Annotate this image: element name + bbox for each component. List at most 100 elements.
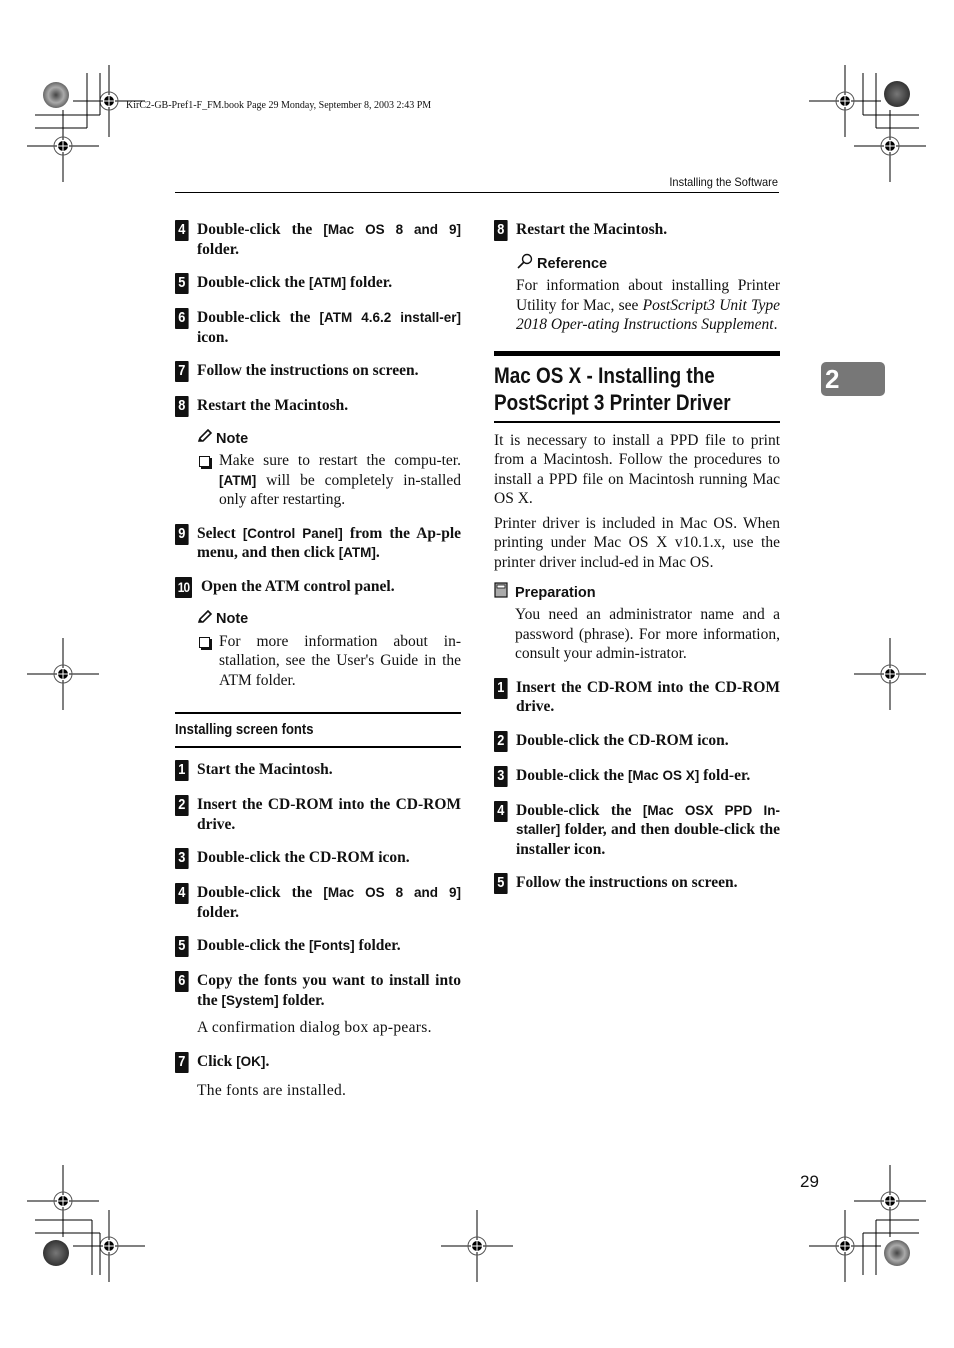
checkbox-bullet-icon: [199, 456, 210, 467]
note-title: Note: [216, 611, 249, 627]
step-item: 7 Follow the instructions on screen.: [175, 361, 461, 382]
crop-marks: [26, 64, 927, 1283]
step-item: 6 Copy the fonts you want to install into…: [175, 971, 461, 1010]
step-text: Restart the Macintosh.: [197, 397, 349, 414]
step-number: 5: [175, 273, 189, 294]
preparation-text: You need an administrator name and a pas…: [515, 606, 780, 662]
step-text: Double-click the CD-ROM icon.: [516, 731, 729, 749]
color-target-icon: [43, 1240, 69, 1266]
step-number: 4: [175, 883, 189, 904]
step-text: Start the Macintosh.: [197, 761, 333, 778]
step-text: Open the ATM control panel.: [201, 577, 395, 595]
step-item: 4 Double-click the [Mac OS 8 and 9] folde…: [175, 220, 461, 259]
subsection-title: Installing screen fonts: [175, 722, 314, 738]
step-item: 1 Start the Macintosh.: [175, 760, 461, 781]
step-list-fonts: 1 Start the Macintosh. 2 Insert the CD-ROM …: [175, 760, 461, 1010]
color-target-icon: [884, 1240, 910, 1266]
heading-line: PostScript 3 Printer Driver: [494, 389, 731, 415]
body-paragraph: Printer driver is included in Mac OS. Wh…: [494, 514, 780, 571]
step-number: 5: [175, 936, 189, 957]
step-item: 3 Double-click the [Mac OS X] fold-er.: [494, 765, 780, 787]
note-more-info: Note For more information about in-stall…: [197, 609, 461, 691]
registration-mark-icon: [853, 1164, 927, 1238]
key-label: [ATM]: [219, 472, 257, 488]
step-item: 10 Open the ATM control panel.: [175, 576, 461, 598]
step-text: Double-click the CD-ROM icon.: [197, 849, 410, 866]
step-result: The fonts are installed.: [197, 1081, 347, 1099]
note-restart: Note Make sure to restart the compu-ter.…: [197, 428, 461, 510]
step-text: Follow the instructions on screen.: [197, 362, 419, 379]
step-number: 6: [175, 971, 189, 992]
step-number: 8: [494, 220, 508, 241]
step-text: Insert the CD-ROM into the CD-ROM drive.: [197, 796, 461, 833]
step-list-macosx: 1 Insert the CD-ROM into the CD-ROM drive…: [494, 677, 780, 894]
chapter-tab: 2: [821, 362, 885, 396]
step-text: Restart the Macintosh.: [516, 221, 668, 238]
step-item: 8 Restart the Macintosh.: [494, 220, 780, 241]
note-item: Make sure to restart the compu-ter. [ATM…: [197, 451, 461, 510]
step-text: Double-click the: [516, 801, 643, 819]
step-number: 8: [175, 396, 189, 417]
key-label: [Control Panel]: [242, 525, 343, 541]
step-number: 2: [494, 730, 508, 752]
step-item: 7 Click [OK].: [175, 1051, 461, 1073]
note-text: Make sure to restart the compu-ter.: [219, 452, 461, 469]
registration-mark-icon: [26, 109, 100, 183]
preparation-title: Preparation: [515, 584, 596, 601]
key-label: [Mac OS 8 and 9]: [323, 885, 462, 900]
step-item: 6 Double-click the [ATM 4.6.2 install-er]…: [175, 308, 461, 347]
step-item: 5 Double-click the [Fonts] folder.: [175, 936, 461, 957]
step-text: folder.: [346, 274, 393, 291]
step-number: 9: [175, 523, 189, 545]
reference-block: Reference For information about installi…: [516, 253, 780, 335]
step-text: icon.: [197, 328, 229, 346]
registration-mark-icon: [26, 637, 100, 711]
step-number: 6: [175, 308, 189, 329]
key-label: [Fonts]: [308, 938, 355, 953]
step-number: 3: [175, 848, 189, 869]
key-label: [Mac OS X]: [627, 767, 700, 783]
step-item: 4 Double-click the [Mac OSX PPD In-stalle…: [494, 800, 780, 860]
key-label: [System]: [221, 992, 279, 1008]
step-text: folder.: [354, 937, 401, 954]
key-label: [ATM 4.6.2 install-er]: [319, 310, 461, 325]
note-item: For more information about in-stallation…: [197, 632, 461, 691]
key-label: [OK]: [236, 1053, 266, 1069]
body-paragraph: It is necessary to install a PPD file to…: [494, 431, 780, 508]
right-column: 8 Restart the Macintosh. Reference For i…: [494, 220, 780, 908]
note-text: will be completely in-stalled only after…: [219, 471, 461, 509]
step-text: Double-click the: [197, 221, 324, 238]
step-text: .: [375, 544, 380, 561]
file-info-slug: KirC2-GB-Pref1-F_FM.book Page 29 Monday,…: [126, 100, 432, 111]
step-item: 1 Insert the CD-ROM into the CD-ROM drive…: [494, 677, 780, 717]
registration-mark-icon: [440, 1209, 514, 1283]
preparation-icon: [494, 582, 509, 603]
registration-mark-icon: [72, 1209, 146, 1283]
step-number: 7: [175, 1051, 189, 1073]
step-item: 5 Double-click the [ATM] folder.: [175, 273, 461, 294]
step-list-atm: 4 Double-click the [Mac OS 8 and 9] folde…: [175, 220, 461, 417]
step-text: Follow the instructions on screen.: [516, 874, 738, 891]
key-label: [Mac OS 8 and 9]: [323, 222, 462, 237]
step-text: Insert the CD-ROM into the CD-ROM drive.: [516, 678, 780, 716]
note-title: Note: [216, 430, 249, 447]
step-item: 4 Double-click the [Mac OS 8 and 9] folde…: [175, 883, 461, 922]
reference-text: .: [773, 316, 778, 333]
step-item: 2 Double-click the CD-ROM icon.: [494, 730, 780, 752]
step-text: folder.: [197, 240, 240, 258]
subsection-heading: Installing screen fonts: [175, 712, 461, 748]
step-item: 5 Follow the instructions on screen.: [494, 873, 780, 894]
key-label: [ATM]: [338, 545, 376, 560]
step-text: folder.: [197, 903, 240, 921]
section-heading: Mac OS X - Installing the PostScript 3 P…: [494, 350, 780, 423]
step-text: .: [265, 1052, 270, 1070]
magnifier-icon: [516, 253, 534, 274]
checkbox-bullet-icon: [199, 636, 210, 648]
step-number: 7: [175, 361, 189, 382]
step-text: Click: [197, 1052, 237, 1070]
pencil-icon: [197, 428, 213, 448]
step-number: 5: [494, 873, 508, 894]
registration-mark-icon: [808, 64, 882, 138]
key-label: [ATM]: [308, 275, 347, 290]
step-item: 2 Insert the CD-ROM into the CD-ROM drive…: [175, 795, 461, 834]
